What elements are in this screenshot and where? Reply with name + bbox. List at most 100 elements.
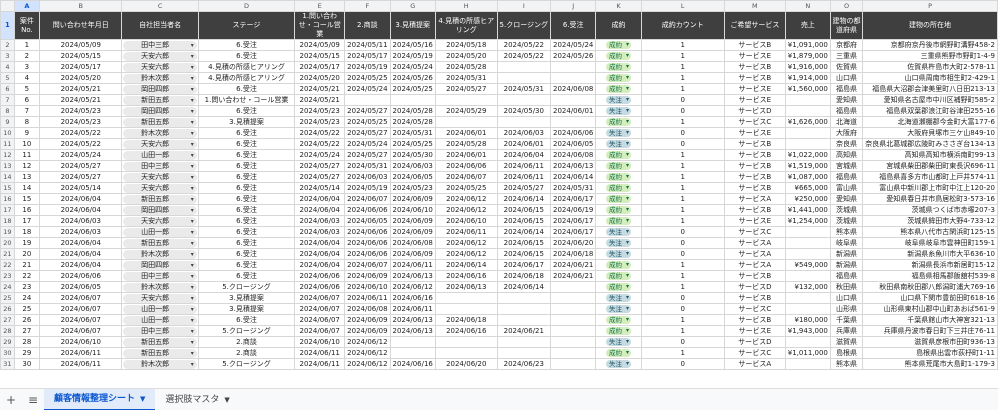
cell[interactable]: 2024/06/12 [389, 281, 436, 293]
cell[interactable]: 天安六郎 [121, 50, 199, 62]
cell[interactable] [784, 358, 831, 370]
cell[interactable]: 2024/06/08 [344, 303, 391, 315]
cell[interactable]: 熊本県八代市古閑浜町125-15 [862, 226, 998, 238]
staff-dropdown[interactable]: 鈴木次郎 [123, 282, 197, 292]
cell[interactable]: 23 [13, 281, 41, 293]
cell[interactable]: 29 [13, 347, 41, 359]
cell[interactable]: 6.受注 [197, 149, 296, 161]
cell[interactable]: 山口県 [829, 72, 864, 84]
cell[interactable]: 熊本県 [829, 226, 864, 238]
cell[interactable]: 2024/05/15 [39, 50, 123, 62]
cell[interactable]: ¥132,000 [784, 281, 831, 293]
status-badge[interactable]: 成約 [605, 217, 631, 225]
cell[interactable]: 0 [640, 292, 725, 304]
cell[interactable]: 1 [640, 204, 725, 216]
status-badge[interactable]: 成約 [605, 173, 631, 181]
cell[interactable]: 2024/06/06 [344, 248, 391, 260]
staff-dropdown[interactable]: 鈴木次郎 [123, 359, 197, 369]
cell[interactable]: ¥1,560,000 [784, 83, 831, 95]
cell[interactable]: 4 [13, 72, 41, 84]
cell[interactable]: 2024/06/06 [344, 226, 391, 238]
status-badge[interactable]: 成約 [605, 118, 631, 126]
cell[interactable]: 2024/05/27 [344, 105, 391, 117]
cell[interactable]: 2024/06/04 [39, 248, 123, 260]
cell[interactable]: 2024/05/22 [294, 127, 346, 139]
cell[interactable]: 2.商談 [197, 336, 296, 348]
cell[interactable]: 高知県高知市横浜南町99-13 [862, 149, 998, 161]
cell[interactable]: 2024/06/05 [389, 171, 436, 183]
cell[interactable]: 岐阜県 [829, 237, 864, 249]
cell[interactable]: 2024/05/31 [389, 127, 436, 139]
cell[interactable]: 2024/05/31 [434, 72, 498, 84]
cell[interactable]: 2024/05/27 [496, 182, 552, 194]
header-cell[interactable]: 3.見積提案 [389, 11, 436, 40]
cell[interactable] [784, 292, 831, 304]
cell[interactable]: 2024/06/03 [344, 171, 391, 183]
cell[interactable]: 2024/06/14 [496, 193, 552, 205]
cell[interactable]: 成約 [595, 259, 642, 271]
cell[interactable]: 田中三郎 [121, 325, 199, 337]
cell[interactable]: サービスB [723, 171, 786, 183]
cell[interactable]: 19 [13, 237, 41, 249]
cell[interactable]: 2024/05/30 [496, 105, 552, 117]
cell[interactable]: 2024/06/11 [434, 226, 498, 238]
cell[interactable]: 2024/05/27 [434, 83, 498, 95]
status-badge[interactable]: 成約 [605, 261, 631, 269]
cell[interactable]: ¥1,022,000 [784, 149, 831, 161]
cell[interactable]: 2024/05/27 [39, 160, 123, 172]
cell[interactable]: 2024/06/06 [434, 160, 498, 172]
cell[interactable] [549, 358, 597, 370]
cell[interactable]: 成約 [595, 171, 642, 183]
cell[interactable]: 山口県 [829, 292, 864, 304]
cell[interactable]: 6.受注 [197, 127, 296, 139]
cell[interactable] [549, 347, 597, 359]
cell[interactable] [784, 237, 831, 249]
cell[interactable]: 2024/06/09 [389, 248, 436, 260]
cell[interactable]: サービスE [723, 127, 786, 139]
cell[interactable]: 成約 [595, 215, 642, 227]
cell[interactable]: 2024/06/04 [294, 204, 346, 216]
cell[interactable]: 0 [640, 94, 725, 106]
cell[interactable]: 2024/06/15 [496, 237, 552, 249]
staff-dropdown[interactable]: 山田一郎 [123, 150, 197, 160]
cell[interactable]: 愛知県 [829, 193, 864, 205]
cell[interactable]: 2024/06/06 [39, 270, 123, 282]
header-cell[interactable]: 6.受注 [549, 11, 597, 40]
status-badge[interactable]: 成約 [605, 151, 631, 159]
hamburger-icon[interactable]: ≡ [22, 393, 44, 407]
cell[interactable]: 6.受注 [197, 226, 296, 238]
cell[interactable]: 鈴木次郎 [121, 127, 199, 139]
cell[interactable]: 2024/06/09 [389, 226, 436, 238]
cell[interactable]: サービスD [723, 336, 786, 348]
cell[interactable]: 2024/05/16 [389, 39, 436, 51]
cell[interactable]: 失注 [595, 303, 642, 315]
cell[interactable]: 2024/05/20 [39, 72, 123, 84]
cell[interactable]: 愛知県春日井市鳥居松町3-573-16 [862, 193, 998, 205]
cell[interactable]: 5.クロージング [197, 325, 296, 337]
cell[interactable]: 2024/05/23 [39, 105, 123, 117]
cell[interactable]: 2024/06/07 [39, 314, 123, 326]
cell[interactable]: 新田五郎 [121, 336, 199, 348]
cell[interactable]: ¥180,000 [784, 314, 831, 326]
cell[interactable]: 田中三郎 [121, 270, 199, 282]
cell[interactable]: サービスB [723, 39, 786, 51]
status-badge[interactable]: 成約 [605, 272, 631, 280]
row-number[interactable]: 10 [0, 127, 15, 139]
cell[interactable]: 三重県熊野市野町1-4-9 [862, 50, 998, 62]
cell[interactable]: 2024/05/23 [39, 116, 123, 128]
cell[interactable] [549, 325, 597, 337]
cell[interactable]: 2024/06/17 [549, 215, 597, 227]
cell[interactable]: 22 [13, 270, 41, 282]
cell[interactable]: 12 [13, 160, 41, 172]
cell[interactable]: 新田五郎 [121, 94, 199, 106]
status-badge[interactable]: 成約 [605, 349, 631, 357]
cell[interactable] [784, 127, 831, 139]
cell[interactable]: 2024/05/22 [294, 138, 346, 150]
row-number[interactable]: 2 [0, 39, 15, 51]
cell[interactable]: サービスB [723, 292, 786, 304]
cell[interactable]: サービスE [723, 50, 786, 62]
cell[interactable]: 26 [13, 314, 41, 326]
row-number[interactable]: 9 [0, 116, 15, 128]
staff-dropdown[interactable]: 岡田四郎 [123, 205, 197, 215]
cell[interactable]: 2024/05/09 [294, 39, 346, 51]
